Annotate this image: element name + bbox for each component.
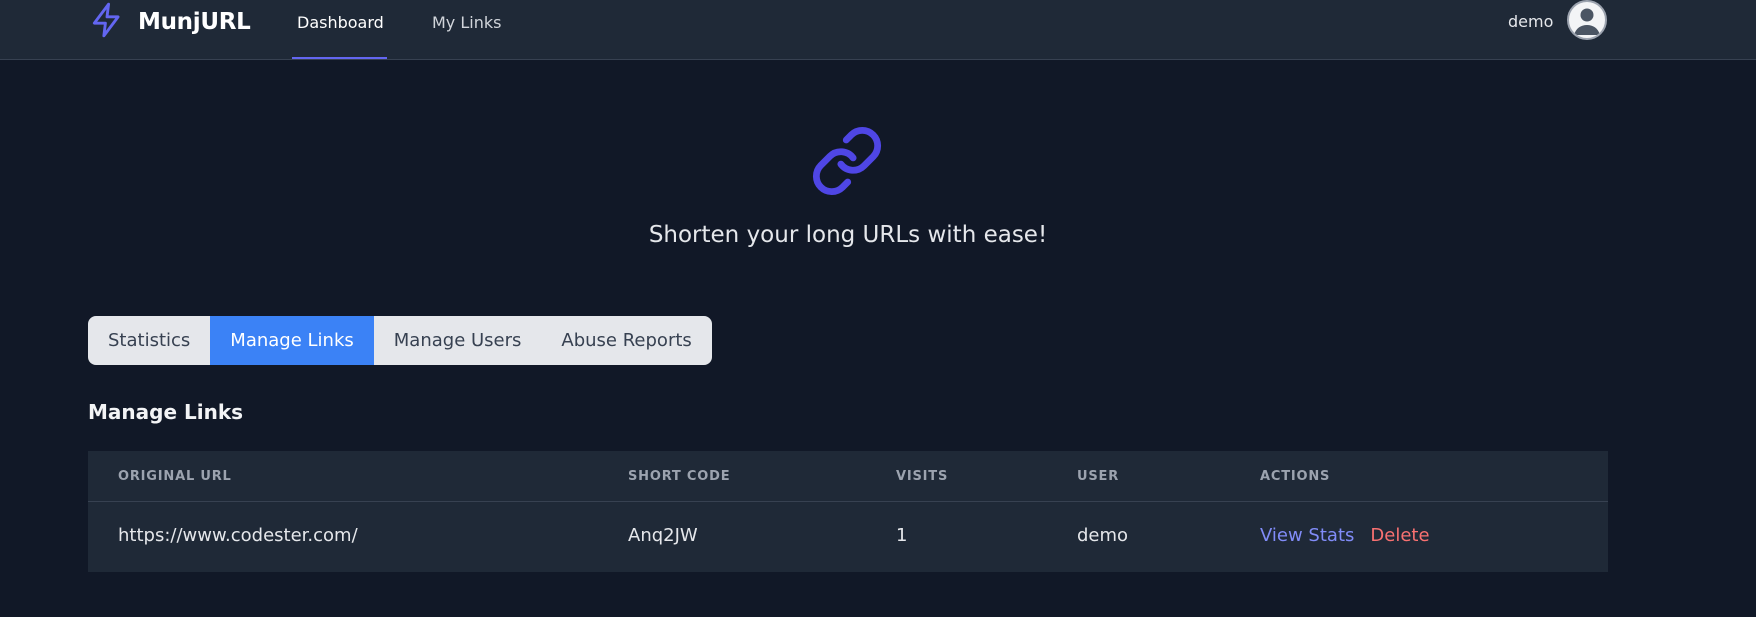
brand-logo[interactable]: MunjURL — [88, 1, 251, 43]
table-header: ORIGINAL URL SHORT CODE VISITS USER ACTI… — [88, 451, 1608, 502]
view-stats-link[interactable]: View Stats — [1260, 525, 1354, 546]
nav-dashboard[interactable]: Dashboard — [297, 10, 384, 36]
tab-manage-links[interactable]: Manage Links — [210, 316, 374, 365]
nav-my-links[interactable]: My Links — [432, 10, 501, 36]
links-table: ORIGINAL URL SHORT CODE VISITS USER ACTI… — [88, 451, 1608, 572]
admin-tabs: Statistics Manage Links Manage Users Abu… — [88, 316, 712, 365]
top-navbar: MunjURL Dashboard My Links demo — [0, 0, 1756, 60]
active-nav-indicator — [292, 57, 387, 59]
header-user: USER — [1077, 469, 1120, 484]
lightning-bolt-icon — [88, 1, 126, 43]
tab-manage-users[interactable]: Manage Users — [374, 316, 542, 365]
hero-tagline: Shorten your long URLs with ease! — [648, 222, 1048, 248]
user-avatar-icon[interactable] — [1567, 0, 1607, 40]
header-original-url: ORIGINAL URL — [118, 469, 232, 484]
cell-user: demo — [1077, 525, 1129, 546]
table-row: https://www.codester.com/ Anq2JW 1 demo … — [88, 502, 1608, 572]
tab-abuse-reports[interactable]: Abuse Reports — [541, 316, 711, 365]
delete-link[interactable]: Delete — [1370, 525, 1429, 546]
user-name[interactable]: demo — [1508, 10, 1553, 34]
header-visits: VISITS — [896, 469, 949, 484]
brand-name: MunjURL — [138, 9, 251, 35]
link-chain-icon — [810, 124, 884, 198]
header-actions: ACTIONS — [1260, 469, 1331, 484]
section-title: Manage Links — [88, 400, 244, 424]
cell-original-url: https://www.codester.com/ — [118, 525, 358, 546]
cell-short-code: Anq2JW — [628, 525, 698, 546]
header-short-code: SHORT CODE — [628, 469, 731, 484]
cell-actions: View Stats Delete — [1260, 525, 1430, 546]
tab-statistics[interactable]: Statistics — [88, 316, 210, 365]
cell-visits: 1 — [896, 525, 908, 546]
